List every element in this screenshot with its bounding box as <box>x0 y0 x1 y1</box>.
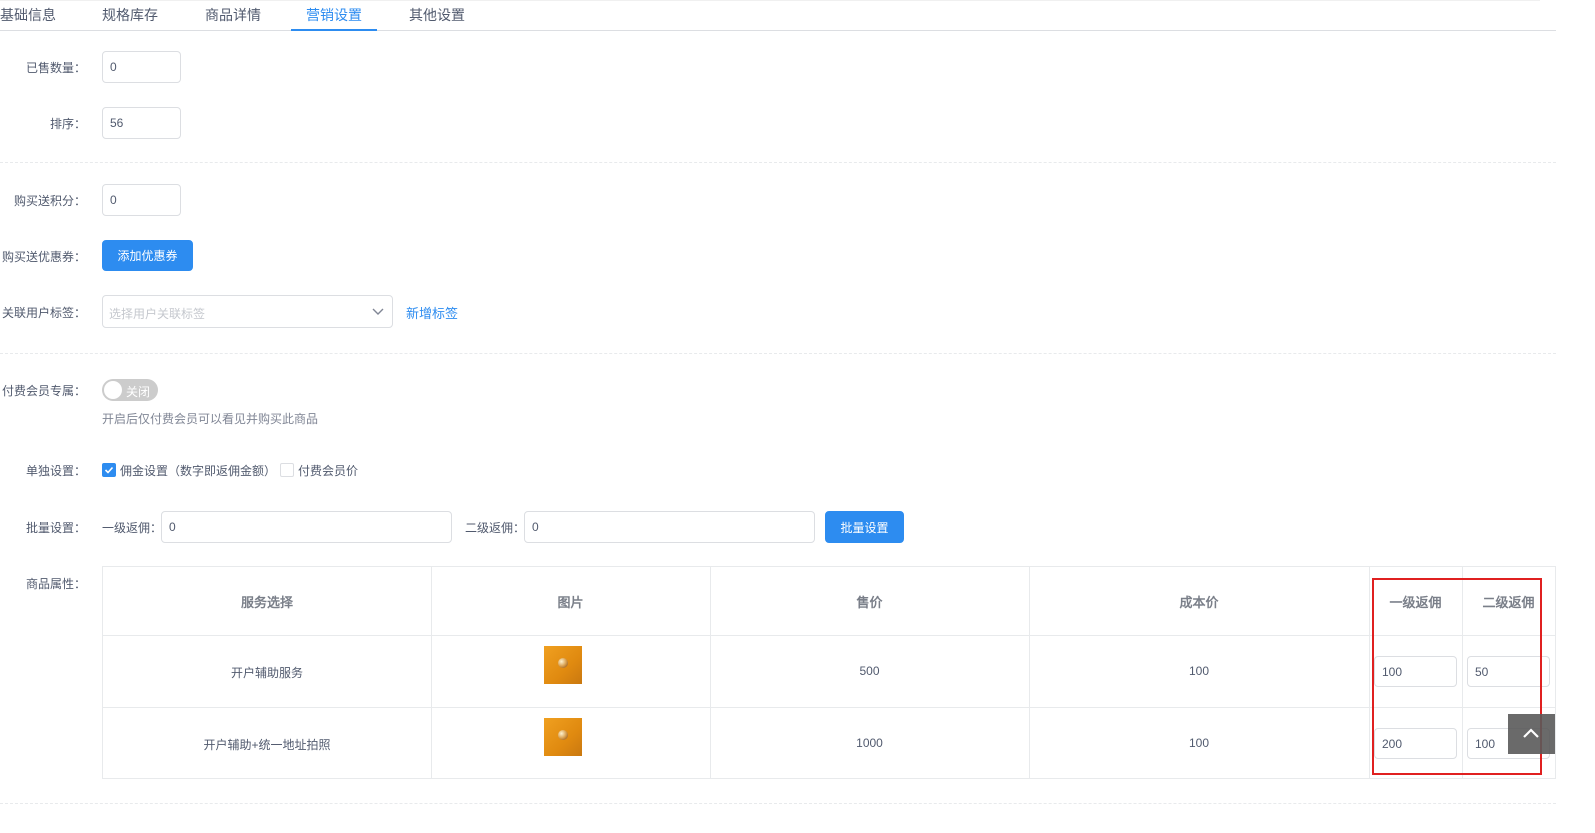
header-image: 图片 <box>557 595 584 610</box>
member-price-checkbox[interactable] <box>280 463 294 477</box>
user-tag-placeholder: 选择用户关联标签 <box>109 307 206 321</box>
single-settings-label: 单独设置： <box>25 464 86 478</box>
points-label: 购买送积分： <box>13 194 86 208</box>
batch-level2-label: 二级返佣： <box>465 521 526 535</box>
add-tag-link[interactable]: 新增标签 <box>406 303 458 322</box>
row2-image <box>544 718 582 756</box>
tab-bar: 基础信息 规格库存 商品详情 营销设置 其他设置 <box>0 0 1556 31</box>
switch-text: 关闭 <box>126 385 151 399</box>
check-icon <box>104 466 114 474</box>
row2-price: 1000 <box>856 736 883 750</box>
section-divider <box>0 162 1556 163</box>
paid-member-switch[interactable]: 关闭 <box>102 379 158 401</box>
batch-level2-input[interactable] <box>524 511 815 543</box>
header-cost: 成本价 <box>1179 595 1219 610</box>
paid-member-hint: 开启后仅付费会员可以看见并购买此商品 <box>102 412 319 426</box>
row1-image <box>544 646 582 684</box>
header-price: 售价 <box>856 595 883 610</box>
commission-checkbox[interactable] <box>102 463 116 477</box>
commission-checkbox-label: 佣金设置（数字即返佣金额） <box>120 464 277 478</box>
sort-label: 排序： <box>49 117 86 131</box>
add-coupon-button[interactable]: 添加优惠券 <box>102 240 193 271</box>
row-divider <box>103 635 1555 636</box>
row1-cost: 100 <box>1188 664 1210 678</box>
image-thumbnail-icon <box>558 658 568 668</box>
points-input[interactable] <box>102 184 181 216</box>
tab-product-detail[interactable]: 商品详情 <box>205 5 261 31</box>
user-tag-select[interactable]: 选择用户关联标签 <box>102 295 393 328</box>
batch-settings-label: 批量设置： <box>25 521 86 535</box>
batch-level1-label: 一级返佣： <box>102 521 163 535</box>
top-border <box>0 0 1540 2</box>
section-divider <box>0 353 1556 354</box>
tab-other-settings[interactable]: 其他设置 <box>409 5 465 31</box>
row1-level2-input[interactable] <box>1467 656 1550 687</box>
chevron-up-icon <box>1523 728 1539 738</box>
row1-service: 开户辅助服务 <box>230 666 303 680</box>
sold-count-label: 已售数量： <box>25 61 86 75</box>
coupon-label: 购买送优惠券： <box>1 250 86 264</box>
attrs-label: 商品属性： <box>25 577 86 591</box>
member-price-checkbox-label: 付费会员价 <box>298 464 359 478</box>
row-divider <box>103 707 1555 708</box>
tab-marketing[interactable]: 营销设置 <box>291 5 377 31</box>
switch-knob <box>104 381 122 399</box>
row1-level1-input[interactable] <box>1374 656 1457 687</box>
batch-level1-input[interactable] <box>161 511 452 543</box>
header-level1: 一级返佣 <box>1389 595 1442 610</box>
sold-count-input[interactable] <box>102 51 181 83</box>
row2-cost: 100 <box>1188 736 1210 750</box>
paid-member-label: 付费会员专属： <box>1 384 86 398</box>
sort-input[interactable] <box>102 107 181 139</box>
tab-spec-stock[interactable]: 规格库存 <box>102 5 158 31</box>
section-divider <box>0 803 1556 804</box>
chevron-down-icon <box>371 304 385 318</box>
header-level2: 二级返佣 <box>1482 595 1535 610</box>
batch-set-button[interactable]: 批量设置 <box>825 511 904 543</box>
back-to-top-button[interactable] <box>1508 714 1555 754</box>
user-tag-label: 关联用户标签： <box>1 306 86 320</box>
image-thumbnail-icon <box>558 730 568 740</box>
attrs-table: 服务选择 图片 售价 成本价 一级返佣 二级返佣 开户辅助服务 500 100 … <box>102 566 1556 779</box>
row2-level1-input[interactable] <box>1374 728 1457 759</box>
row2-service: 开户辅助+统一地址拍照 <box>203 738 331 752</box>
header-service: 服务选择 <box>240 595 293 610</box>
tab-basic-info[interactable]: 基础信息 <box>0 5 56 31</box>
row1-price: 500 <box>859 664 880 678</box>
